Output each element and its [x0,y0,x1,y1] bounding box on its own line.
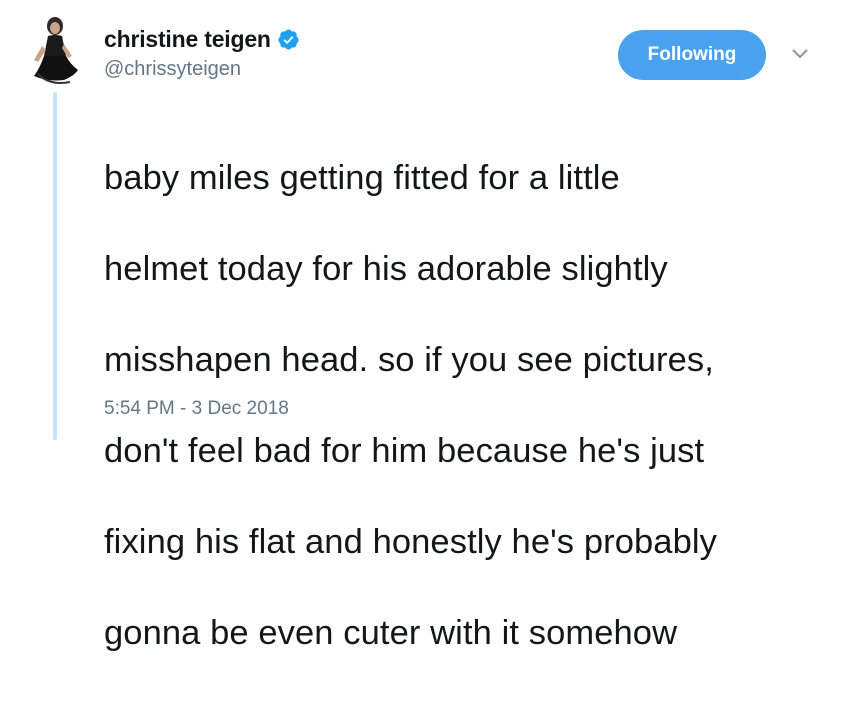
user-handle[interactable]: @chrissyteigen [104,58,300,81]
tweet-header: christine teigen @chrissyteigen [104,24,300,81]
tweet-text-line: gonna be even cuter with it somehow [104,613,678,652]
tweet-text-line: fixing his flat and honestly he's probab… [104,522,717,561]
display-name[interactable]: christine teigen [104,26,271,53]
tweet-text-line: helmet today for his adorable slightly [104,249,668,288]
following-button[interactable]: Following [618,30,766,80]
avatar[interactable] [20,16,88,88]
tweet-timestamp[interactable]: 5:54 PM - 3 Dec 2018 [104,398,289,420]
thread-connector-line [53,92,57,440]
verified-badge-icon [278,28,299,50]
tweet-text-line: baby miles getting fitted for a little [104,158,620,197]
chevron-down-icon [792,49,808,58]
more-options-button[interactable] [788,44,812,64]
tweet-text-line: misshapen head. so if you see pictures, [104,340,714,379]
tweet-text-line: don't feel bad for him because he's just [104,431,705,470]
name-row: christine teigen [104,24,300,54]
